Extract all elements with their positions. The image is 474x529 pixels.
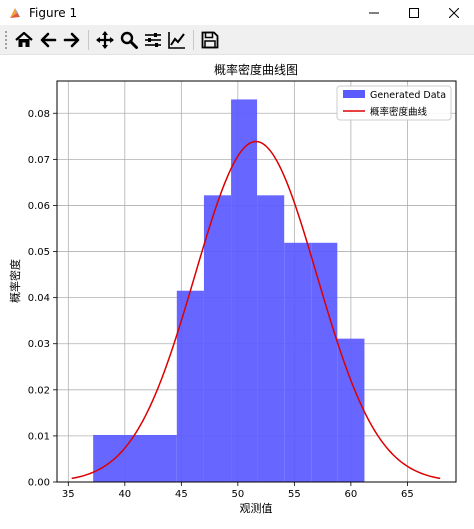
y-tick-label: 0.01 — [28, 431, 50, 442]
x-tick-label: 50 — [231, 489, 244, 500]
save-icon — [201, 31, 219, 49]
edit-axis-button[interactable] — [166, 29, 188, 51]
back-button[interactable] — [37, 29, 59, 51]
histogram-bar — [337, 338, 365, 482]
forward-button[interactable] — [61, 29, 83, 51]
toolbar-separator — [193, 30, 194, 50]
y-axis-label: 概率密度 — [8, 259, 22, 303]
histogram-bar — [93, 434, 177, 482]
zoom-button[interactable] — [118, 29, 140, 51]
minimize-button[interactable] — [354, 0, 394, 25]
x-tick-label: 55 — [288, 489, 301, 500]
x-tick-label: 45 — [175, 489, 188, 500]
configure-subplots-icon — [145, 33, 161, 47]
legend-histogram-swatch — [343, 90, 365, 98]
histogram-chart: 概率密度曲线图 35 40 45 50 55 60 65 0.000.010.020.030… — [8, 62, 457, 515]
x-axis-ticks: 35 40 45 50 55 60 65 — [62, 482, 414, 500]
x-tick-label: 60 — [345, 489, 358, 500]
toolbar-separator — [88, 30, 89, 50]
back-icon — [40, 32, 57, 48]
x-tick-label: 35 — [62, 489, 75, 500]
toolbar-grip[interactable] — [4, 30, 8, 50]
y-tick-label: 0.07 — [28, 155, 50, 166]
y-tick-label: 0.06 — [28, 201, 50, 212]
configure-subplots-button[interactable] — [142, 29, 164, 51]
home-button[interactable] — [13, 29, 35, 51]
y-tick-label: 0.04 — [28, 293, 50, 304]
maximize-button[interactable] — [394, 0, 434, 25]
legend-histogram-label: Generated Data — [370, 90, 446, 101]
pan-button[interactable] — [94, 29, 116, 51]
y-tick-label: 0.08 — [28, 109, 50, 120]
navigation-toolbar — [0, 26, 474, 55]
matplotlib-logo-icon — [10, 7, 20, 18]
x-tick-label: 40 — [118, 489, 131, 500]
histogram-bar — [176, 290, 204, 482]
chart-title: 概率密度曲线图 — [214, 62, 298, 77]
zoom-icon — [120, 31, 138, 49]
y-tick-label: 0.03 — [28, 339, 50, 350]
y-tick-label: 0.02 — [28, 385, 50, 396]
histogram-bar — [311, 242, 338, 482]
y-tick-label: 0.00 — [28, 478, 50, 489]
save-button[interactable] — [199, 29, 221, 51]
figure-canvas[interactable]: 概率密度曲线图 35 40 45 50 55 60 65 0.00 0.01 0.02 0.03 0… — [0, 55, 474, 525]
minimize-icon — [369, 12, 379, 13]
histogram-bar — [257, 195, 285, 482]
forward-icon — [63, 32, 80, 48]
edit-axis-icon — [168, 32, 185, 49]
legend-curve-label: 概率密度曲线 — [370, 106, 428, 118]
x-axis-label: 观测值 — [240, 502, 273, 515]
window-titlebar: Figure 1 — [0, 0, 474, 26]
y-tick-label: 0.05 — [28, 247, 50, 258]
pan-icon — [96, 31, 114, 49]
home-icon — [15, 31, 33, 47]
window-title: Figure 1 — [29, 5, 78, 20]
histogram-bar — [284, 242, 312, 482]
maximize-icon — [409, 7, 419, 18]
close-icon — [449, 7, 459, 18]
close-button[interactable] — [434, 0, 474, 25]
x-tick-label: 65 — [401, 489, 414, 500]
histogram-bars — [93, 99, 365, 483]
y-axis-ticks: 0.00 0.01 0.02 0.03 0.04 0.05 0.06 0.07 0.08 — [28, 109, 57, 489]
legend: Generated Data 概率密度曲线 — [336, 85, 452, 121]
histogram-bar — [203, 195, 232, 482]
histogram-bar — [231, 99, 258, 483]
